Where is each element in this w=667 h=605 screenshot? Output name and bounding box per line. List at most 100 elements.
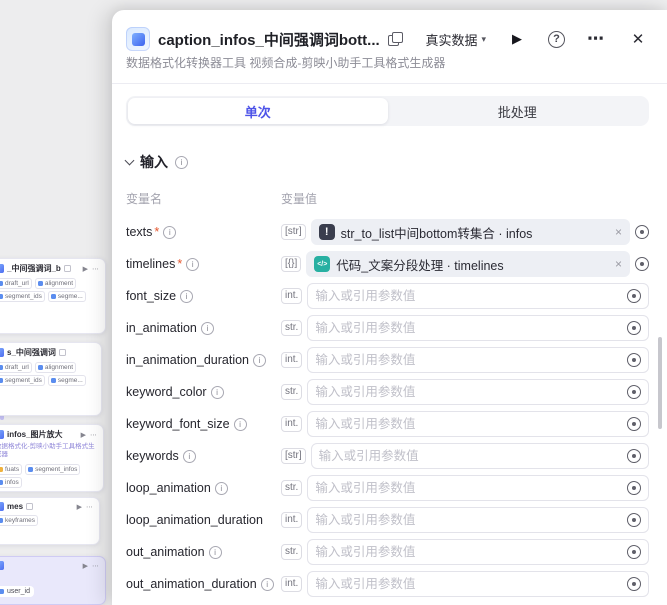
node-icon bbox=[0, 561, 4, 570]
node-badge-icon bbox=[59, 349, 66, 356]
tab-single-run[interactable]: 单次 bbox=[128, 98, 388, 124]
close-button[interactable]: ✕ bbox=[627, 28, 649, 50]
param-value-input[interactable] bbox=[315, 321, 623, 335]
info-icon bbox=[163, 226, 176, 239]
input-section-title: 输入 bbox=[140, 152, 168, 172]
param-type-badge: [str] bbox=[281, 448, 306, 464]
workflow-node[interactable]: infos_图片放大 ▶⋯ 数据格式化-剪映小助手工具格式生成器 fuats s… bbox=[0, 424, 104, 492]
node-title: infos_图片放大 bbox=[7, 429, 63, 440]
param-value-box bbox=[307, 507, 649, 533]
param-name: keyword_font_size bbox=[126, 417, 230, 431]
node-icon bbox=[0, 264, 4, 273]
run-button[interactable]: ▶ bbox=[506, 28, 528, 50]
node-config-panel: caption_infos_中间强调词bott... 真实数据 ▾ ▶ ? ⋯ … bbox=[112, 10, 667, 605]
play-icon[interactable]: ▶ bbox=[83, 562, 88, 570]
param-row-loop-animation: loop_animation str. bbox=[126, 475, 649, 501]
reference-selector-icon[interactable] bbox=[627, 353, 641, 367]
workflow-node[interactable]: ▶ ⋯ user_id bbox=[0, 556, 106, 605]
param-value-input[interactable] bbox=[315, 385, 623, 399]
node-subtitle: 数据格式化转换器工具 视频合成-剪映小助手工具格式生成器 bbox=[126, 54, 649, 83]
caret-down-icon: ▾ bbox=[481, 34, 486, 45]
node-config-title: caption_infos_中间强调词bott... bbox=[158, 29, 380, 50]
more-icon[interactable]: ⋯ bbox=[90, 431, 97, 439]
param-value-input[interactable] bbox=[319, 449, 623, 463]
param-type-badge: int. bbox=[281, 288, 302, 304]
divider bbox=[112, 83, 667, 84]
param-value-input[interactable] bbox=[315, 417, 623, 431]
param-type-icon bbox=[28, 467, 33, 472]
node-title: _中间强调词_b bbox=[7, 263, 61, 274]
info-icon bbox=[186, 258, 199, 271]
copy-icon[interactable] bbox=[388, 32, 402, 46]
more-icon[interactable]: ⋯ bbox=[92, 562, 99, 570]
remove-reference-icon[interactable]: × bbox=[615, 225, 622, 239]
data-mode-dropdown[interactable]: 真实数据 ▾ bbox=[425, 30, 486, 49]
param-value-input[interactable] bbox=[315, 545, 623, 559]
reference-selector-icon[interactable] bbox=[627, 481, 641, 495]
node-badge-icon bbox=[64, 265, 71, 272]
param-value-input[interactable] bbox=[315, 481, 623, 495]
reference-selector-icon[interactable] bbox=[627, 417, 641, 431]
param-type-badge: [str] bbox=[281, 224, 306, 240]
tab-batch-run[interactable]: 批处理 bbox=[388, 98, 648, 124]
remove-reference-icon[interactable]: × bbox=[615, 257, 622, 271]
panel-scrollbar[interactable] bbox=[658, 337, 662, 429]
param-name: timelines bbox=[126, 257, 175, 271]
workflow-node[interactable]: _中间强调词_b ▶⋯ draft_url alignment segment_… bbox=[0, 258, 106, 334]
info-icon bbox=[183, 450, 196, 463]
node-param-tag: user_id bbox=[0, 586, 34, 597]
chevron-down-icon[interactable] bbox=[125, 155, 135, 165]
reference-selector-icon[interactable] bbox=[627, 545, 641, 559]
required-mark: * bbox=[154, 225, 159, 239]
input-section-header[interactable]: 输入 bbox=[126, 152, 649, 172]
reference-selector-icon[interactable] bbox=[635, 225, 649, 239]
param-name: keyword_color bbox=[126, 385, 207, 399]
reference-chip[interactable]: ! str_to_list中间bottom转集合 · infos × bbox=[311, 219, 630, 245]
param-value-input[interactable] bbox=[315, 289, 623, 303]
param-type-badge: str. bbox=[281, 544, 302, 560]
param-type-badge: int. bbox=[281, 576, 302, 592]
param-value-box bbox=[307, 283, 649, 309]
param-row-font-size: font_size int. bbox=[126, 283, 649, 309]
param-value-input[interactable] bbox=[315, 353, 623, 367]
node-param-tag: draft_url bbox=[0, 278, 32, 289]
param-name: texts bbox=[126, 225, 152, 239]
param-type-icon bbox=[51, 378, 56, 383]
reference-chip[interactable]: </> 代码_文案分段处理 · timelines × bbox=[306, 251, 630, 277]
node-param-tag: infos bbox=[0, 477, 22, 488]
param-row-in-animation: in_animation str. bbox=[126, 315, 649, 341]
play-icon[interactable]: ▶ bbox=[81, 431, 86, 439]
reference-selector-icon[interactable] bbox=[627, 385, 641, 399]
column-headers: 变量名 变量值 bbox=[126, 190, 649, 207]
param-type-badge: str. bbox=[281, 384, 302, 400]
help-button[interactable]: ? bbox=[548, 31, 565, 48]
more-icon[interactable]: ⋯ bbox=[86, 503, 93, 511]
reference-selector-icon[interactable] bbox=[627, 289, 641, 303]
reference-selector-icon[interactable] bbox=[627, 321, 641, 335]
param-name: out_animation_duration bbox=[126, 577, 257, 591]
reference-selector-icon[interactable] bbox=[627, 577, 641, 591]
param-value-input[interactable] bbox=[315, 577, 623, 591]
param-type-icon bbox=[51, 294, 56, 299]
param-value-input[interactable] bbox=[315, 513, 623, 527]
play-icon[interactable]: ▶ bbox=[83, 265, 88, 273]
param-type-icon bbox=[38, 281, 43, 286]
play-icon[interactable]: ▶ bbox=[77, 503, 82, 511]
reference-selector-icon[interactable] bbox=[627, 449, 641, 463]
param-name: keywords bbox=[126, 449, 179, 463]
param-type-icon bbox=[0, 518, 3, 523]
node-app-icon bbox=[126, 27, 150, 51]
node-param-tag: segme... bbox=[48, 291, 86, 302]
info-icon bbox=[175, 156, 188, 169]
workflow-node[interactable]: s_中间强调词 draft_url alignment segment_ids … bbox=[0, 342, 102, 416]
run-mode-tabs: 单次 批处理 bbox=[126, 96, 649, 126]
reference-selector-icon[interactable] bbox=[627, 513, 641, 527]
more-menu-button[interactable]: ⋯ bbox=[585, 28, 607, 50]
node-param-tag: segment_ids bbox=[0, 375, 45, 386]
workflow-node[interactable]: mes ▶⋯ keyframes bbox=[0, 497, 100, 545]
param-name: loop_animation_duration bbox=[126, 513, 263, 527]
node-description: 数据格式化-剪映小助手工具格式生成器 bbox=[0, 443, 97, 460]
param-value-box bbox=[307, 411, 649, 437]
more-icon[interactable]: ⋯ bbox=[92, 265, 99, 273]
reference-selector-icon[interactable] bbox=[635, 257, 649, 271]
